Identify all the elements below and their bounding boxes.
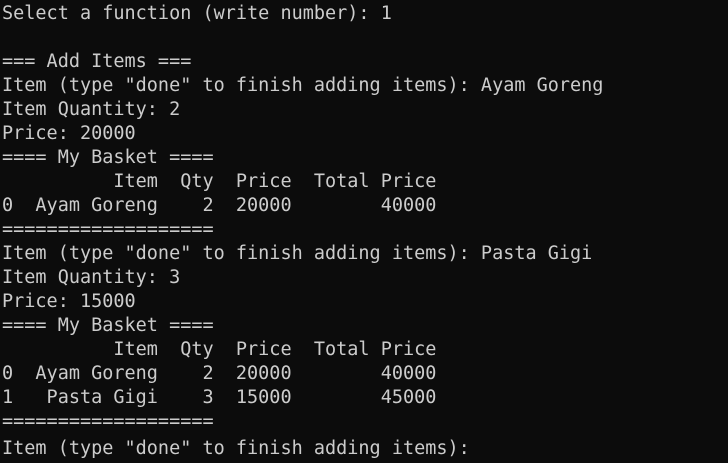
prompt-item-2: Item (type "done" to finish adding items… (2, 243, 593, 264)
prompt-price-2: Price: 15000 (2, 291, 136, 312)
prompt-quantity-1: Item Quantity: 2 (2, 99, 181, 120)
basket-table-columns-2: Item Qty Price Total Price (2, 339, 437, 360)
basket-table-row: 1 Pasta Gigi 3 15000 45000 (2, 387, 437, 408)
basket-header-1: ==== My Basket ==== (2, 147, 214, 168)
prompt-quantity-2: Item Quantity: 3 (2, 267, 181, 288)
active-input-line[interactable]: Item (type "done" to finish adding items… (2, 434, 728, 459)
basket-table-row: 0 Ayam Goreng 2 20000 40000 (2, 195, 437, 216)
prompt-select-function: Select a function (write number): 1 (2, 3, 392, 24)
terminal-window[interactable]: Select a function (write number): 1 === … (0, 0, 728, 463)
basket-header-2: ==== My Basket ==== (2, 315, 214, 336)
basket-table-row: 0 Ayam Goreng 2 20000 40000 (2, 363, 437, 384)
basket-table-columns-1: Item Qty Price Total Price (2, 171, 437, 192)
prompt-price-1: Price: 20000 (2, 123, 136, 144)
prompt-item-1: Item (type "done" to finish adding items… (2, 75, 604, 96)
prompt-item-3: Item (type "done" to finish adding items… (2, 438, 481, 459)
basket-divider-2: =================== (2, 411, 214, 432)
basket-divider-1: =================== (2, 219, 214, 240)
section-header-add-items: === Add Items === (2, 51, 192, 72)
